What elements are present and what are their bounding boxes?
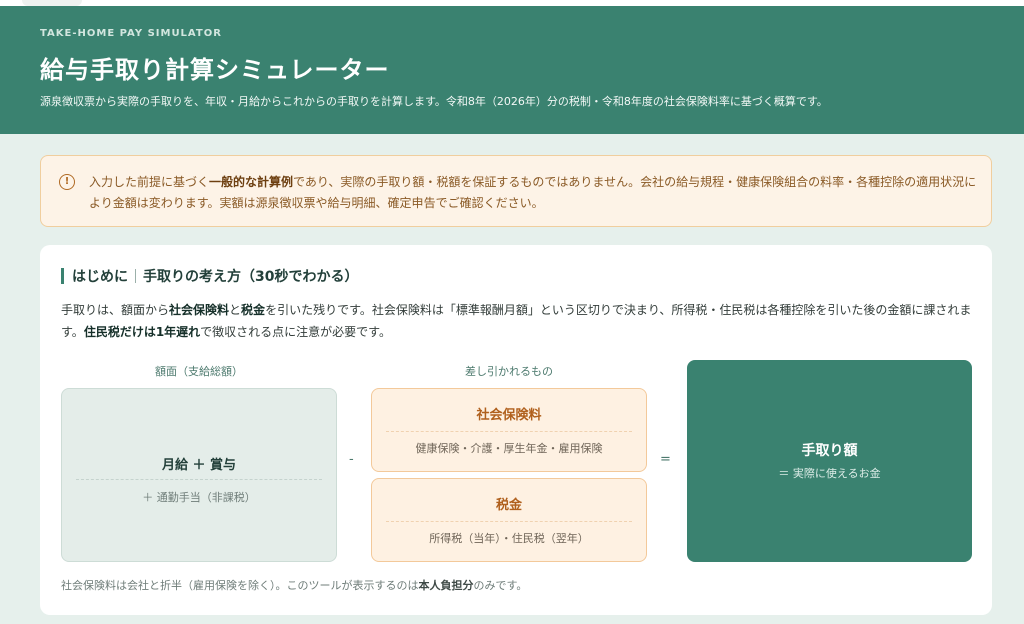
warning-circle-icon: ! xyxy=(59,174,75,190)
section-title-left: はじめに xyxy=(72,269,128,285)
intro-card: はじめに 手取りの考え方（30秒でわかる） 手取りは、額面から社会保険料と税金を… xyxy=(40,245,992,615)
intro-text: と xyxy=(229,303,242,317)
intro-paragraph: 手取りは、額面から社会保険料と税金を引いた残りです。社会保険料は「標準報酬月額」… xyxy=(61,299,973,343)
footnote-emphasis: 本人負担分 xyxy=(418,579,474,592)
footnote-text: のみです。 xyxy=(473,579,528,592)
social-divider xyxy=(386,431,632,432)
page-header: TAKE-HOME PAY SIMULATOR 給与手取り計算シミュレーター 源… xyxy=(0,6,1024,134)
social-insurance-box: 社会保険料 健康保険・介護・厚生年金・雇用保険 xyxy=(371,388,647,472)
disclaimer-notice: ! 入力した前提に基づく一般的な計算例であり、実際の手取り額・税額を保証するもの… xyxy=(40,155,992,227)
footnote: 社会保険料は会社と折半（雇用保険を除く）。このツールが表示するのは本人負担分のみ… xyxy=(61,577,527,593)
intro-text: で徴収される点に注意が必要です。 xyxy=(200,325,391,339)
disclaimer-emphasis: 一般的な計算例 xyxy=(209,175,294,189)
tax-sub: 所得税（当年）・住民税（翌年） xyxy=(429,532,589,545)
gross-label: 額面（支給総額） xyxy=(155,365,243,378)
minus-operator: - xyxy=(349,452,354,467)
section-accent-bar xyxy=(61,268,64,284)
header-eyebrow: TAKE-HOME PAY SIMULATOR xyxy=(40,28,222,39)
tax-title: 税金 xyxy=(495,498,522,513)
equals-operator: = xyxy=(660,452,671,467)
tax-divider xyxy=(386,521,632,522)
intro-emphasis: 住民税だけは1年遅れ xyxy=(83,325,201,339)
intro-emphasis: 社会保険料 xyxy=(169,303,230,317)
page-title: 給与手取り計算シミュレーター xyxy=(40,56,390,84)
section-title-right: 手取りの考え方（30秒でわかる） xyxy=(143,269,359,285)
social-insurance-title: 社会保険料 xyxy=(476,408,542,423)
tax-box: 税金 所得税（当年）・住民税（翌年） xyxy=(371,478,647,562)
gross-pay-box: 月給 ＋ 賞与 ＋ 通勤手当（非課税） xyxy=(61,388,337,562)
take-home-title: 手取り額 xyxy=(801,443,858,459)
intro-emphasis: 税金 xyxy=(241,303,266,317)
gross-divider xyxy=(76,479,322,480)
intro-text: 手取りは、額面から xyxy=(61,303,170,317)
take-home-sub: ＝ 実際に使えるお金 xyxy=(778,467,881,480)
social-insurance-sub: 健康保険・介護・厚生年金・雇用保険 xyxy=(415,442,603,455)
footnote-text: 社会保険料は会社と折半（雇用保険を除く）。このツールが表示するのは xyxy=(61,579,419,592)
page-subtitle: 源泉徴収票から実際の手取りを、年収・月給からこれからの手取りを計算します。令和8… xyxy=(40,95,828,108)
section-title-divider xyxy=(135,269,136,283)
gross-pay-main: 月給 ＋ 賞与 xyxy=(161,458,237,473)
section-title: はじめに 手取りの考え方（30秒でわかる） xyxy=(61,267,358,285)
deductions-label: 差し引かれるもの xyxy=(465,365,553,378)
gross-pay-sub: ＋ 通勤手当（非課税） xyxy=(142,491,256,504)
disclaimer-text-part: 入力した前提に基づく xyxy=(89,175,210,189)
disclaimer-text: 入力した前提に基づく一般的な計算例であり、実際の手取り額・税額を保証するものでは… xyxy=(89,172,979,214)
take-home-box: 手取り額 ＝ 実際に使えるお金 xyxy=(687,360,972,562)
